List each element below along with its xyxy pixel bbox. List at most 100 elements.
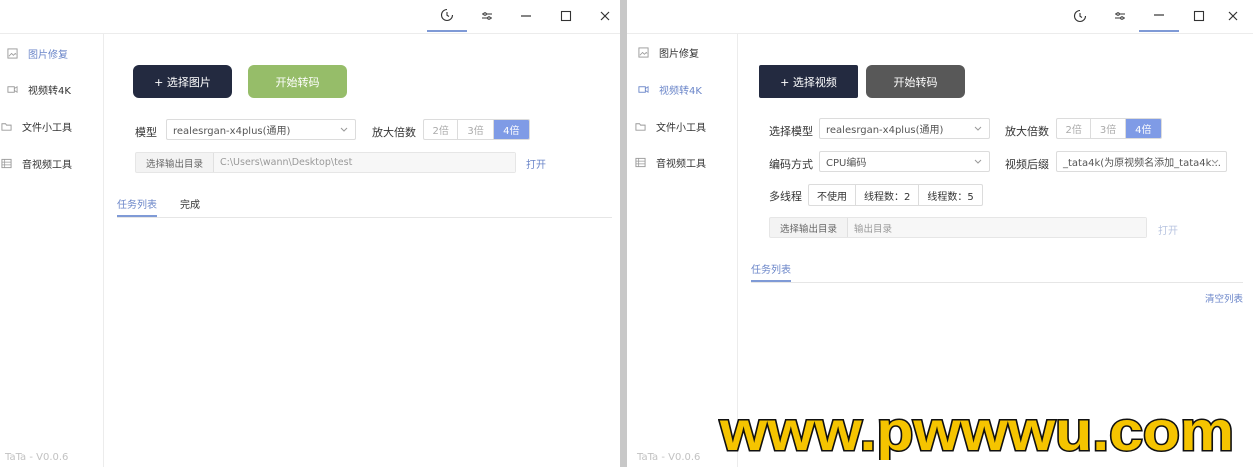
threads-selector: 不使用 线程数：2 线程数：5 <box>808 184 983 206</box>
model-label: 模型 <box>135 126 157 139</box>
suffix-label: 视频后缀 <box>1005 158 1049 171</box>
task-tabs: 任务列表 <box>751 261 1243 283</box>
sidebar-item-label: 图片修复 <box>659 48 699 60</box>
media-icon <box>0 157 12 169</box>
sidebar-item-video-4k[interactable]: 视频转4K <box>637 74 702 104</box>
titlebar <box>627 0 1253 34</box>
minimize-button[interactable] <box>1139 0 1179 32</box>
folder-icon <box>0 120 12 132</box>
titlebar <box>0 0 620 34</box>
choose-output-dir-button[interactable]: 选择输出目录 <box>136 153 215 172</box>
image-repair-window: 图片修复 视频转4K 文件小工具 音视频工具 TaTa - V0.0.6 + 选… <box>0 0 620 467</box>
model-select[interactable]: realesrgan-x4plus(通用) <box>819 118 990 139</box>
moon-clock-icon <box>440 8 454 22</box>
encode-value: CPU编码 <box>826 158 867 169</box>
scale-label: 放大倍数 <box>372 126 416 139</box>
tab-task-list[interactable]: 任务列表 <box>117 196 157 217</box>
version-label: TaTa - V0.0.6 <box>637 452 701 463</box>
sidebar-item-media-tools[interactable]: 音视频工具 <box>0 148 72 178</box>
scale-selector: 2倍 3倍 4倍 <box>1056 118 1162 139</box>
minimize-icon <box>1154 14 1164 16</box>
sidebar-item-label: 音视频工具 <box>656 158 706 170</box>
sidebar-item-video-4k[interactable]: 视频转4K <box>6 74 71 104</box>
video-icon <box>637 83 649 95</box>
sidebar-item-image-repair[interactable]: 图片修复 <box>6 38 68 68</box>
choose-output-dir-button[interactable]: 选择输出目录 <box>770 218 849 237</box>
screen: 图片修复 视频转4K 文件小工具 音视频工具 TaTa - V0.0.6 + 选… <box>0 0 1253 467</box>
sliders-icon <box>482 12 492 20</box>
sidebar: 图片修复 视频转4K 文件小工具 音视频工具 TaTa - V0.0.6 <box>0 34 104 467</box>
suffix-value: _tata4k(为原视频名添加_tata4k... <box>1063 158 1221 169</box>
maximize-icon <box>1193 10 1205 22</box>
start-transcode-button[interactable]: 开始转码 <box>248 65 347 98</box>
scale-label: 放大倍数 <box>1005 125 1049 138</box>
sidebar-item-image-repair[interactable]: 图片修复 <box>637 37 699 67</box>
tab-task-list[interactable]: 任务列表 <box>751 261 791 282</box>
output-dir-bar: 选择输出目录 C:\Users\wann\Desktop\test <box>135 152 516 173</box>
scale-selector: 2倍 3倍 4倍 <box>423 119 530 140</box>
window-divider <box>620 0 627 467</box>
threads-option-2[interactable]: 线程数：2 <box>856 185 920 205</box>
task-tabs: 任务列表 完成 <box>117 196 612 218</box>
image-icon <box>637 46 649 58</box>
select-image-button[interactable]: + 选择图片 <box>133 65 232 98</box>
sliders-icon <box>1115 12 1125 20</box>
version-label: TaTa - V0.0.6 <box>5 452 69 463</box>
open-dir-link[interactable]: 打开 <box>1158 222 1178 237</box>
sidebar-item-label: 文件小工具 <box>656 122 706 134</box>
watermark-text: www.pwwwu.com <box>719 399 1234 460</box>
chevron-down-icon <box>974 126 982 131</box>
model-value: realesrgan-x4plus(通用) <box>826 125 944 136</box>
theme-toggle-button[interactable] <box>1060 0 1100 32</box>
model-label: 选择模型 <box>769 125 813 138</box>
folder-icon <box>634 120 646 132</box>
image-icon <box>6 47 18 59</box>
scale-option-4x[interactable]: 4倍 <box>1125 119 1161 138</box>
video-4k-window: 图片修复 视频转4K 文件小工具 音视频工具 TaTa - V0.0.6 + 选… <box>627 0 1253 467</box>
sidebar-item-label: 视频转4K <box>28 85 71 97</box>
threads-option-5[interactable]: 线程数：5 <box>919 185 981 205</box>
scale-option-3x[interactable]: 3倍 <box>1091 119 1126 138</box>
close-icon <box>1228 11 1238 21</box>
clear-list-link[interactable]: 清空列表 <box>1205 291 1243 305</box>
chevron-down-icon <box>340 127 348 132</box>
select-video-button[interactable]: + 选择视频 <box>759 65 858 98</box>
chevron-down-icon <box>974 159 982 164</box>
scale-option-2x[interactable]: 2倍 <box>1057 119 1092 138</box>
close-button[interactable] <box>585 0 625 32</box>
sidebar-item-label: 文件小工具 <box>22 122 72 134</box>
minimize-icon <box>521 15 531 17</box>
theme-toggle-button[interactable] <box>427 0 467 32</box>
scale-option-4x[interactable]: 4倍 <box>493 120 529 139</box>
sidebar-item-file-tools[interactable]: 文件小工具 <box>0 111 72 141</box>
model-value: realesrgan-x4plus(通用) <box>173 126 291 137</box>
watermark: www.pwwwu.com <box>718 398 1236 460</box>
close-button[interactable] <box>1213 0 1253 32</box>
sidebar-item-label: 图片修复 <box>28 49 68 61</box>
suffix-select[interactable]: _tata4k(为原视频名添加_tata4k... <box>1056 151 1227 172</box>
settings-button[interactable] <box>1100 0 1140 32</box>
sidebar-item-label: 音视频工具 <box>22 159 72 171</box>
maximize-button[interactable] <box>546 0 586 32</box>
tab-completed[interactable]: 完成 <box>180 196 200 215</box>
threads-option-none[interactable]: 不使用 <box>809 185 856 205</box>
output-path-input[interactable]: 输出目录 <box>848 218 1146 237</box>
scale-option-2x[interactable]: 2倍 <box>424 120 459 139</box>
close-icon <box>600 11 610 21</box>
video-icon <box>6 83 18 95</box>
model-select[interactable]: realesrgan-x4plus(通用) <box>166 119 356 140</box>
sidebar-item-media-tools[interactable]: 音视频工具 <box>634 147 706 177</box>
encode-select[interactable]: CPU编码 <box>819 151 990 172</box>
scale-option-3x[interactable]: 3倍 <box>458 120 494 139</box>
media-icon <box>634 156 646 168</box>
output-path-input[interactable]: C:\Users\wann\Desktop\test <box>214 153 515 172</box>
sidebar-item-file-tools[interactable]: 文件小工具 <box>634 111 706 141</box>
open-dir-link[interactable]: 打开 <box>526 156 546 171</box>
start-transcode-button[interactable]: 开始转码 <box>866 65 965 98</box>
minimize-button[interactable] <box>506 0 546 32</box>
chevron-down-icon <box>1211 159 1219 164</box>
output-dir-bar: 选择输出目录 输出目录 <box>769 217 1147 238</box>
moon-clock-icon <box>1073 9 1087 23</box>
encode-label: 编码方式 <box>769 158 813 171</box>
settings-button[interactable] <box>467 0 507 32</box>
